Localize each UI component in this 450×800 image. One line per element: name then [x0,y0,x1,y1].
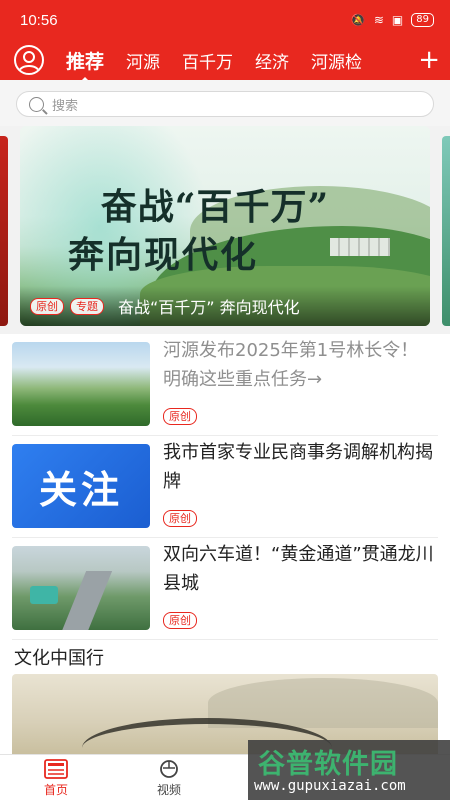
video-icon [156,759,182,779]
bottom-nav: 首页 视频 谷普软件园 www.gupuxiazai.com [0,740,450,800]
watermark-title: 谷普软件园 [258,749,398,780]
banner-caption-bar: 原创 专题 奋战“百千万” 奔向现代化 [20,286,430,326]
news-thumbnail: 关注 [12,444,150,528]
user-avatar-icon[interactable] [14,45,44,75]
wifi-icon: ≋ [373,13,384,27]
banner-carousel[interactable]: 奋战“百千万” 奔向现代化 原创 专题 奋战“百千万” 奔向现代化 [0,126,450,334]
sim-icon: ▣ [391,13,404,27]
tab-recommend[interactable]: 推荐 [66,47,104,83]
channel-tabs: 推荐 河源 百千万 经济 河源检 [66,47,408,83]
news-icon [43,759,69,779]
add-channel-button[interactable]: + [418,47,440,73]
original-tag: 原创 [163,408,197,425]
news-thumbnail [12,546,150,630]
watermark-url: www.gupuxiazai.com [254,778,406,794]
news-title: 河源发布2025年第1号林长令！明确这些重点任务→ [163,340,419,390]
status-time: 10:56 [20,11,58,29]
top-bar: 10:56 🔕 ≋ ▣ 89 推荐 河源 百千万 经济 河源检 + [0,0,450,83]
search-area: 搜索 [0,80,450,126]
mute-icon: 🔕 [350,13,366,27]
news-thumbnail [12,342,150,426]
banner-village [330,238,390,256]
list-item[interactable]: 双向六车道！“黄金通道”贯通龙川县城 原创 [12,540,438,640]
tab-baiqianwan[interactable]: 百千万 [182,48,233,73]
banner-subheadline: 奔向现代化 [67,234,258,276]
bottom-nav-video[interactable]: 视频 [129,759,209,798]
bottom-nav-label: 视频 [156,783,181,797]
status-icons: 🔕 ≋ ▣ 89 [351,13,434,27]
previous-slide-peek [0,136,8,326]
list-item[interactable]: 河源发布2025年第1号林长令！明确这些重点任务→ 原创 [12,336,438,436]
channel-nav: 推荐 河源 百千万 经济 河源检 + [0,40,450,83]
tab-heyuan-inspection[interactable]: 河源检 [311,48,362,73]
tab-economy[interactable]: 经济 [255,48,289,73]
banner-caption: 奋战“百千万” 奔向现代化 [118,298,300,317]
thumb-road [57,571,113,630]
status-bar: 10:56 🔕 ≋ ▣ 89 [0,0,450,40]
thumb-building [30,586,58,604]
section-title: 文化中国行 [14,648,104,669]
next-slide-peek [442,136,450,326]
tab-heyuan[interactable]: 河源 [126,48,160,73]
bottom-nav-home[interactable]: 首页 [16,759,96,798]
original-tag: 原创 [163,510,197,527]
original-tag: 原创 [163,612,197,629]
thumb-text: 关注 [38,467,123,512]
news-title: 双向六车道！“黄金通道”贯通龙川县城 [163,544,434,594]
search-input[interactable]: 搜索 [16,91,434,117]
news-title: 我市首家专业民商事务调解机构揭牌 [163,442,433,492]
topic-tag: 专题 [70,297,104,315]
banner-slide[interactable]: 奋战“百千万” 奔向现代化 原创 专题 奋战“百千万” 奔向现代化 [20,126,430,326]
news-list: 河源发布2025年第1号林长令！明确这些重点任务→ 原创 关注 我市首家专业民商… [0,334,450,754]
battery-indicator: 89 [411,13,434,27]
original-tag: 原创 [30,297,64,315]
bottom-nav-label: 首页 [43,783,68,797]
site-watermark: 谷普软件园 www.gupuxiazai.com [248,740,450,800]
search-icon [29,96,44,112]
list-item[interactable]: 关注 我市首家专业民商事务调解机构揭牌 原创 [12,438,438,538]
banner-headline: 奋战“百千万” [100,186,330,228]
search-placeholder: 搜索 [52,98,79,114]
